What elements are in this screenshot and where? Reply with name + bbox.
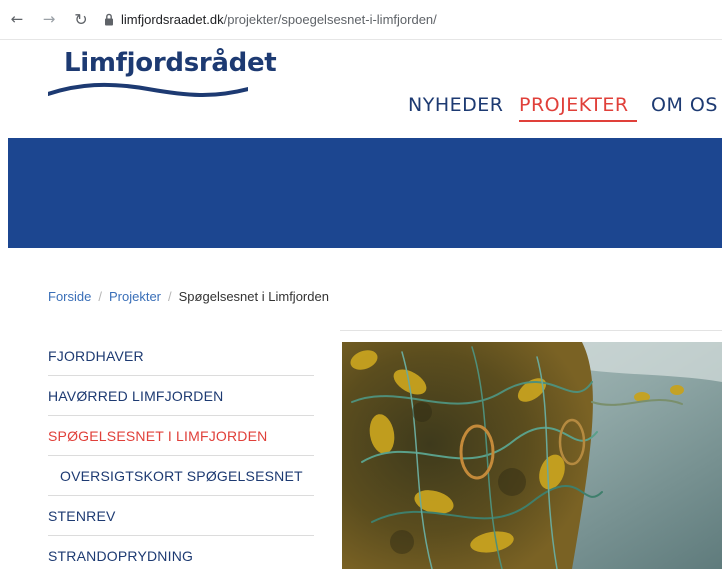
photo-illustration [342, 342, 722, 569]
hero-banner [8, 138, 722, 248]
address-bar[interactable]: limfjordsraadet.dk/projekter/spoegelsesn… [121, 12, 437, 27]
breadcrumb-projekter-link[interactable]: Projekter [109, 289, 161, 304]
side-item-label: FJORDHAVER [48, 347, 144, 364]
url-path: /projekter/spoegelsesnet-i-limfjorden/ [223, 12, 437, 27]
side-item-stenrev[interactable]: STENREV [48, 496, 314, 536]
side-item-havorred[interactable]: HAVØRRED LIMFJORDEN [48, 376, 314, 416]
forward-icon[interactable]: → [40, 10, 58, 28]
site-logo[interactable]: Limfjordsrådet [48, 48, 277, 108]
nav-item-om-os[interactable]: OM OS [651, 94, 718, 116]
breadcrumb-separator: / [168, 289, 172, 304]
url-domain: limfjordsraadet.dk [121, 12, 224, 27]
breadcrumb-home-link[interactable]: Forside [48, 289, 91, 304]
lock-icon[interactable] [104, 13, 114, 26]
breadcrumb: Forside / Projekter / Spøgelsesnet i Limfjor… [48, 289, 329, 304]
side-item-label: STENREV [48, 507, 116, 524]
breadcrumb-current: Spøgelsesnet i Limfjorden [178, 289, 329, 304]
reload-icon[interactable]: ↻ [72, 10, 90, 29]
active-nav-underline [519, 120, 637, 122]
side-menu: FJORDHAVER HAVØRRED LIMFJORDEN SPØGELSES… [48, 336, 314, 569]
content-divider [340, 330, 722, 331]
side-item-label: OVERSIGTSKORT SPØGELSESNET [60, 467, 303, 484]
side-item-strandoprydning[interactable]: STRANDOPRYDNING [48, 536, 314, 569]
side-item-oversigtskort[interactable]: OVERSIGTSKORT SPØGELSESNET [48, 456, 314, 496]
side-item-spogelsesnet[interactable]: SPØGELSESNET I LIMFJORDEN [48, 416, 314, 456]
browser-toolbar: ← → ↻ limfjordsraadet.dk/projekter/spoeg… [0, 0, 722, 40]
nav-item-projekter[interactable]: PROJEKTER [519, 94, 629, 116]
logo-text: Limfjordsrådet [64, 48, 277, 78]
side-item-label: HAVØRRED LIMFJORDEN [48, 387, 224, 404]
back-icon[interactable]: ← [8, 10, 26, 28]
nav-item-nyheder[interactable]: NYHEDER [408, 94, 503, 116]
breadcrumb-separator: / [98, 289, 102, 304]
logo-wave-icon [48, 82, 248, 98]
side-item-label: STRANDOPRYDNING [48, 548, 194, 564]
side-item-fjordhaver[interactable]: FJORDHAVER [48, 336, 314, 376]
ghost-net-photo [342, 342, 722, 569]
side-item-label: SPØGELSESNET I LIMFJORDEN [48, 427, 268, 444]
